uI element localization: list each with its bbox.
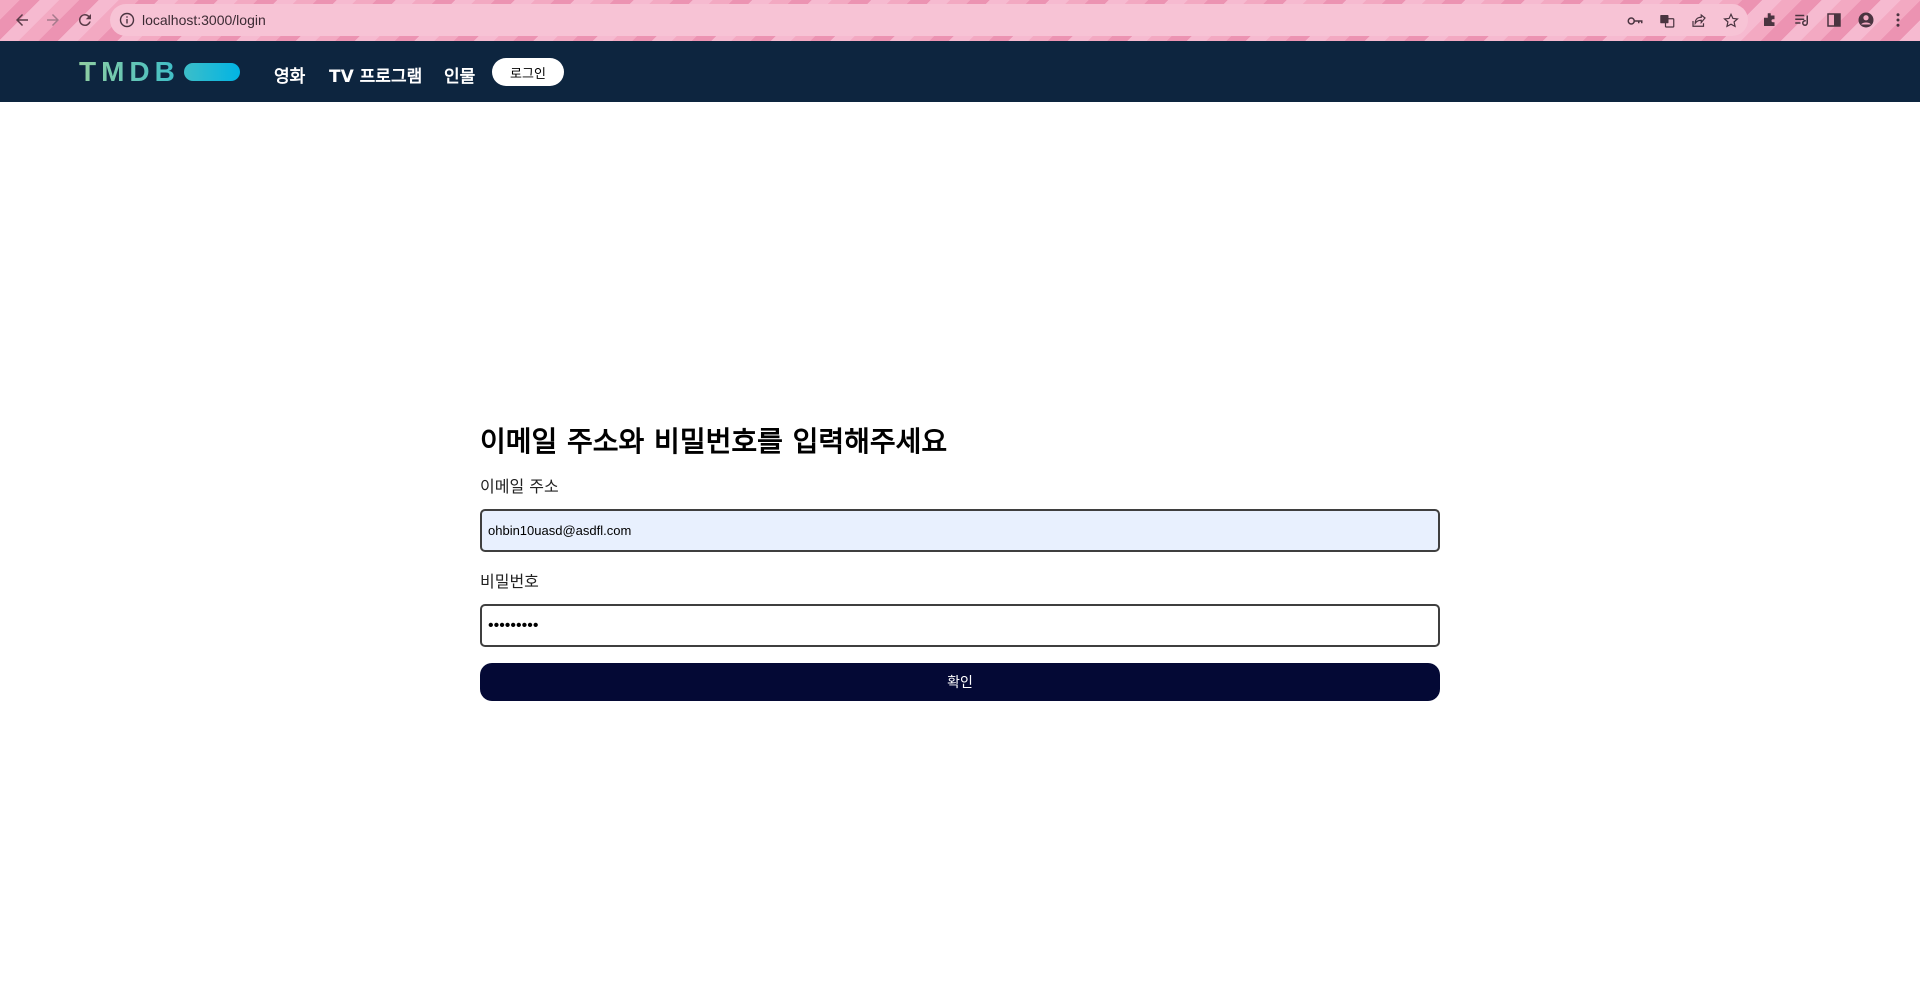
url-text[interactable]: localhost:3000/login: [142, 12, 266, 28]
page-title: 이메일 주소와 비밀번호를 입력해주세요: [480, 425, 948, 458]
site-header: TMDB 영화 TV 프로그램 인물 로그인: [0, 41, 1920, 102]
browser-toolbar: localhost:3000/login: [0, 0, 1920, 41]
submit-button[interactable]: 확인: [480, 663, 1440, 701]
email-label: 이메일 주소: [480, 477, 559, 496]
key-icon[interactable]: [1626, 12, 1644, 30]
nav-people[interactable]: 인물: [444, 62, 475, 87]
profile-icon[interactable]: [1857, 11, 1875, 29]
nav-movies[interactable]: 영화: [274, 62, 305, 87]
password-field[interactable]: [480, 604, 1440, 647]
back-icon[interactable]: [10, 8, 34, 32]
logo-text: TMDB: [79, 56, 180, 87]
extensions-icon[interactable]: [1761, 11, 1779, 29]
translate-icon[interactable]: [1658, 12, 1676, 30]
address-bar[interactable]: localhost:3000/login: [110, 4, 1748, 36]
login-button[interactable]: 로그인: [492, 58, 564, 86]
email-field[interactable]: [480, 509, 1440, 552]
share-icon[interactable]: [1690, 12, 1708, 30]
menu-icon[interactable]: [1889, 11, 1907, 29]
reload-icon[interactable]: [73, 8, 97, 32]
site-info-icon[interactable]: [119, 12, 135, 28]
side-panel-icon[interactable]: [1825, 11, 1843, 29]
forward-icon[interactable]: [41, 8, 65, 32]
reading-list-icon[interactable]: [1793, 11, 1811, 29]
password-label: 비밀번호: [480, 572, 539, 591]
tmdb-logo[interactable]: TMDB: [79, 55, 240, 89]
star-icon[interactable]: [1722, 12, 1740, 30]
logo-pill: [183, 63, 240, 81]
nav-tv-programs[interactable]: TV 프로그램: [329, 62, 422, 87]
